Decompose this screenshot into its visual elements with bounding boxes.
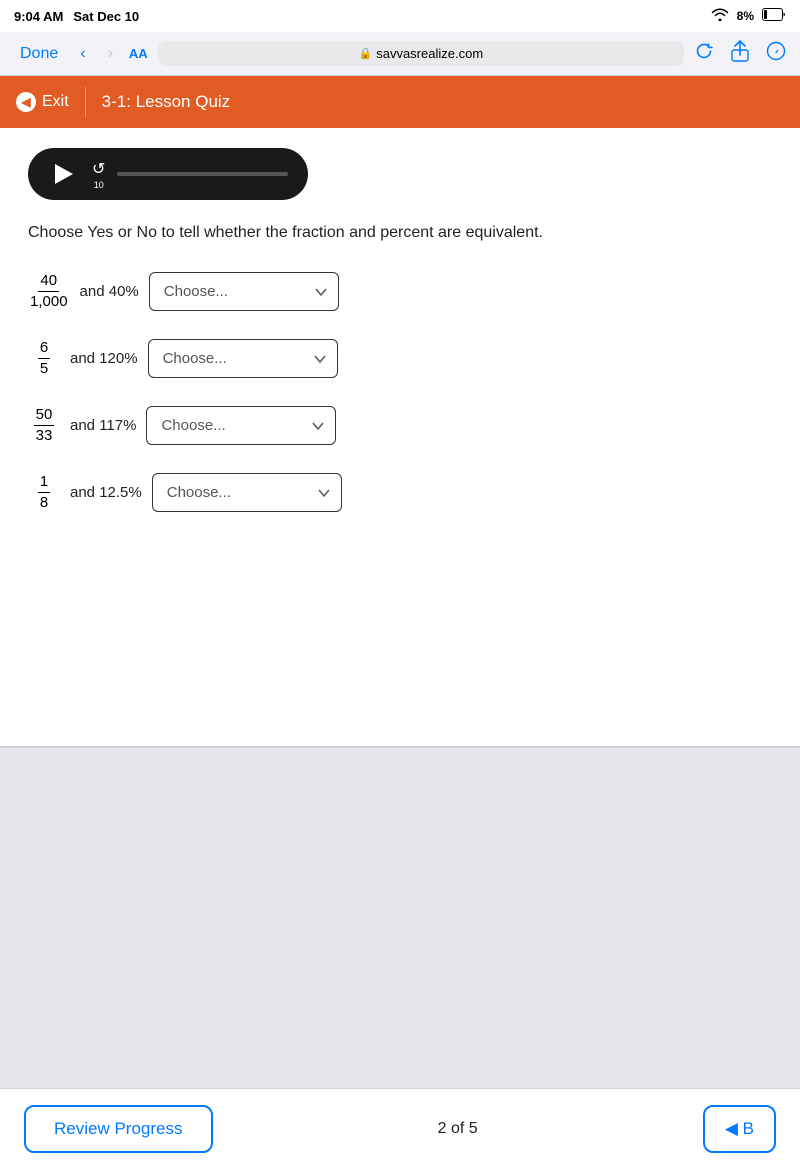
play-button[interactable] bbox=[48, 158, 80, 190]
done-button[interactable]: Done bbox=[14, 41, 64, 67]
share-button[interactable] bbox=[730, 40, 750, 67]
fraction-0: 401,000 bbox=[28, 272, 70, 311]
battery-icon bbox=[762, 8, 786, 24]
replay-button[interactable]: ↺ 10 bbox=[92, 159, 105, 190]
fraction-rows-container: 401,000 and 40% Choose...YesNo 65 and 120% Ch… bbox=[28, 272, 772, 512]
audio-progress-track bbox=[117, 172, 288, 176]
bottom-bar: Review Progress 2 of 5 ◀ B bbox=[0, 1088, 800, 1168]
choose-select-3[interactable]: Choose...YesNo bbox=[152, 473, 342, 512]
address-bar[interactable]: 🔒 savvasrealize.com bbox=[158, 41, 684, 66]
fraction-denominator-1: 5 bbox=[38, 359, 50, 378]
replay-icon: ↺ bbox=[92, 159, 105, 179]
forward-button[interactable]: › bbox=[102, 41, 119, 67]
exit-label: Exit bbox=[42, 93, 69, 111]
wifi-icon bbox=[711, 8, 729, 24]
fraction-row-3: 18 and 12.5% Choose...YesNo bbox=[28, 473, 772, 512]
status-left: 9:04 AM Sat Dec 10 bbox=[14, 9, 139, 24]
fraction-denominator-2: 33 bbox=[34, 426, 55, 445]
browser-toolbar: Done ‹ › AA 🔒 savvasrealize.com bbox=[0, 32, 800, 76]
percent-label-1: and 120% bbox=[70, 350, 138, 367]
percent-label-3: and 12.5% bbox=[70, 484, 142, 501]
fraction-row-2: 5033 and 117% Choose...YesNo bbox=[28, 406, 772, 445]
fraction-row-0: 401,000 and 40% Choose...YesNo bbox=[28, 272, 772, 311]
fraction-numerator-3: 1 bbox=[38, 473, 50, 493]
content-area: ↺ 10 Choose Yes or No to tell whether th… bbox=[0, 128, 800, 748]
exit-arrow-icon: ◀ bbox=[16, 92, 36, 112]
fraction-numerator-2: 50 bbox=[34, 406, 55, 426]
review-progress-button[interactable]: Review Progress bbox=[24, 1105, 213, 1153]
replay-number: 10 bbox=[94, 180, 104, 190]
percent-label-0: and 40% bbox=[80, 283, 139, 300]
status-date: Sat Dec 10 bbox=[73, 9, 139, 24]
fraction-row-1: 65 and 120% Choose...YesNo bbox=[28, 339, 772, 378]
status-bar: 9:04 AM Sat Dec 10 8% bbox=[0, 0, 800, 32]
lock-icon: 🔒 bbox=[359, 47, 373, 60]
lesson-title: 3-1: Lesson Quiz bbox=[86, 92, 231, 112]
gray-area bbox=[0, 748, 800, 1088]
fraction-numerator-1: 6 bbox=[38, 339, 50, 359]
toolbar-right bbox=[694, 40, 786, 67]
choose-select-1[interactable]: Choose...YesNo bbox=[148, 339, 338, 378]
page-indicator: 2 of 5 bbox=[438, 1120, 478, 1138]
battery-percentage: 8% bbox=[737, 9, 754, 23]
compass-button[interactable] bbox=[766, 41, 786, 66]
status-right: 8% bbox=[711, 8, 786, 24]
url-text: savvasrealize.com bbox=[376, 46, 483, 61]
percent-label-2: and 117% bbox=[70, 417, 136, 434]
back-button[interactable]: ‹ bbox=[74, 41, 91, 67]
next-button[interactable]: ◀ B bbox=[703, 1105, 776, 1153]
fraction-1: 65 bbox=[28, 339, 60, 378]
fraction-numerator-0: 40 bbox=[38, 272, 59, 292]
status-time: 9:04 AM bbox=[14, 9, 63, 24]
fraction-3: 18 bbox=[28, 473, 60, 512]
question-instruction: Choose Yes or No to tell whether the fra… bbox=[28, 222, 772, 244]
play-triangle-icon bbox=[55, 164, 73, 184]
app-header: ◀ Exit 3-1: Lesson Quiz bbox=[0, 76, 800, 128]
fraction-2: 5033 bbox=[28, 406, 60, 445]
exit-button[interactable]: ◀ Exit bbox=[0, 76, 85, 128]
fraction-denominator-0: 1,000 bbox=[28, 292, 70, 311]
fraction-denominator-3: 8 bbox=[38, 493, 50, 512]
next-button-label: ◀ B bbox=[725, 1119, 754, 1139]
choose-select-2[interactable]: Choose...YesNo bbox=[146, 406, 336, 445]
audio-player: ↺ 10 bbox=[28, 148, 308, 200]
choose-select-0[interactable]: Choose...YesNo bbox=[149, 272, 339, 311]
font-size-button[interactable]: AA bbox=[129, 46, 148, 61]
reload-button[interactable] bbox=[694, 41, 714, 66]
